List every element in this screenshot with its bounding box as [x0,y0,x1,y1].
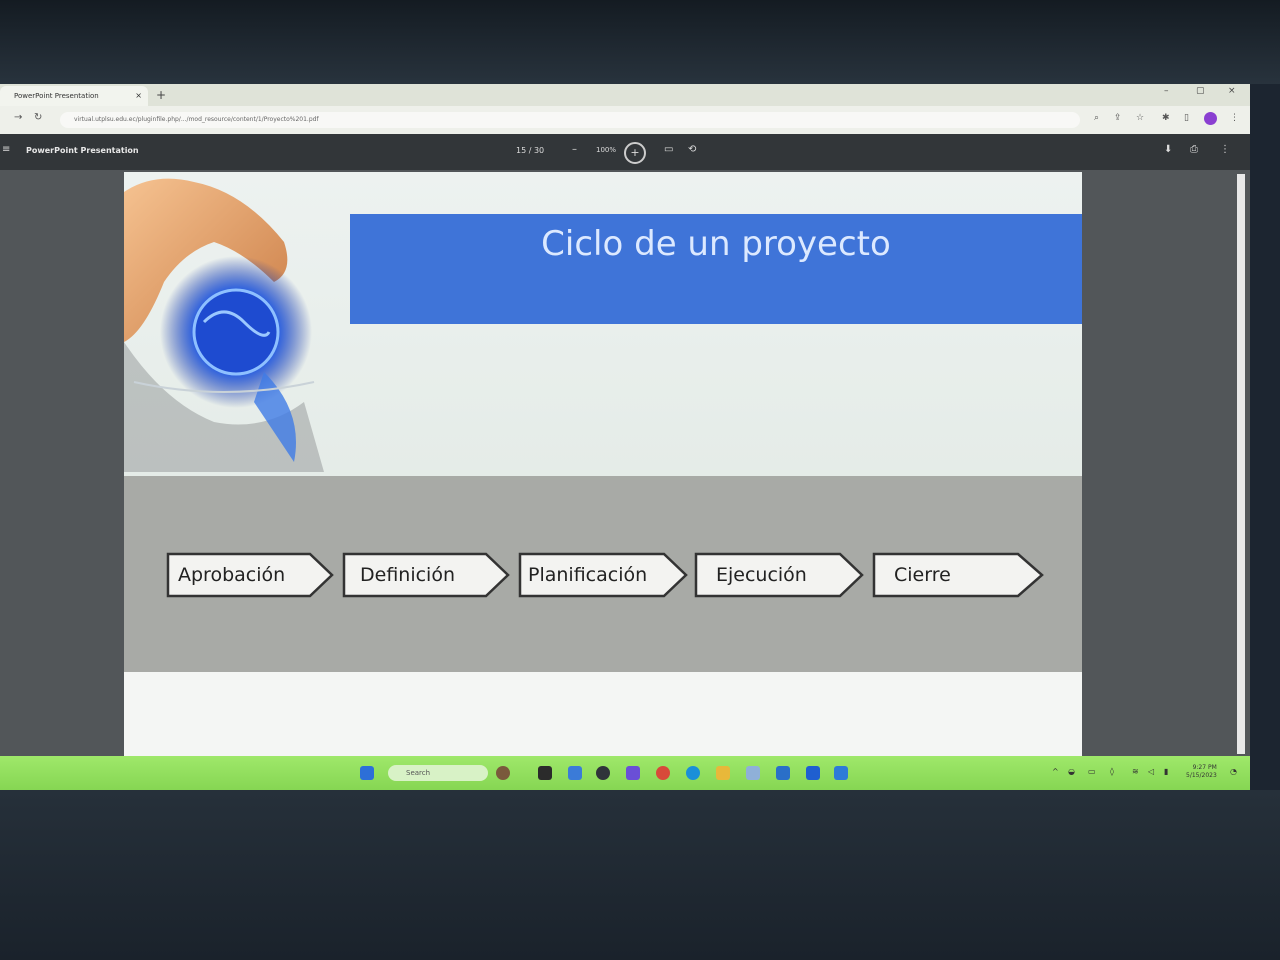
browser-tab-bar: PowerPoint Presentation × + – ▢ × [0,84,1250,106]
chat-icon[interactable] [596,766,610,780]
extensions-icon[interactable]: ✱ [1162,113,1170,123]
mail-icon[interactable] [776,766,790,780]
hand-globe-image [124,178,324,472]
step-label-ejecucion: Ejecución [716,564,807,586]
word-icon[interactable] [834,766,848,780]
slide-page: Ciclo de un proyecto Aprobación Definici… [124,172,1082,758]
pdf-scrollbar[interactable] [1237,174,1245,754]
widgets-icon[interactable] [568,766,582,780]
edge-icon[interactable] [686,766,700,780]
reload-icon[interactable]: ↻ [34,112,42,123]
close-window-button[interactable]: × [1228,86,1236,96]
url-field[interactable]: virtual.utplsu.edu.ec/pluginfile.php/...… [60,112,1080,128]
process-chevrons: Aprobación Definición Planificación Ejec… [166,552,1046,600]
tab-title: PowerPoint Presentation [14,92,99,100]
menu-kebab-icon[interactable]: ⋮ [1230,113,1239,123]
pdf-document-title: PowerPoint Presentation [26,146,139,155]
clock-date: 5/15/2023 [1186,772,1217,779]
print-icon[interactable]: ⎙ [1190,144,1198,155]
monitor-bezel-bottom [0,790,1280,960]
address-bar-row: → ↻ virtual.utplsu.edu.ec/pluginfile.php… [0,106,1250,134]
chrome-icon[interactable] [656,766,670,780]
zoom-icon[interactable]: ⌕ [1094,113,1099,123]
battery-icon[interactable]: ▮ [1164,767,1168,776]
tray-overflow-icon[interactable]: ^ [1052,767,1059,776]
wifi-icon[interactable]: ≋ [1132,767,1139,776]
share-icon[interactable]: ⇪ [1114,113,1122,123]
sidepanel-icon[interactable]: ▯ [1184,113,1189,123]
tray-shield-icon[interactable]: ◊ [1110,767,1114,776]
teams-icon[interactable] [626,766,640,780]
minimize-button[interactable]: – [1164,86,1169,96]
clock-time: 9:27 PM [1192,764,1217,771]
pdf-page-indicator[interactable]: 15 / 30 [516,146,544,155]
step-label-planificacion: Planificación [528,564,648,586]
screen: PowerPoint Presentation × + – ▢ × → ↻ vi… [0,84,1250,790]
new-tab-button[interactable]: + [156,86,166,104]
tab-close-icon[interactable]: × [135,86,142,106]
fit-page-icon[interactable]: ▭ [664,144,673,155]
step-label-definicion: Definición [360,564,455,586]
slide-footer-area [124,672,1082,758]
app-icon[interactable] [806,766,820,780]
people-icon[interactable] [496,766,510,780]
windows-taskbar: Search ^ ◒ ▭ ◊ ≋ ◁ ▮ 9:27 PM 5/15/2023 ◔ [0,756,1250,790]
taskbar-clock[interactable]: 9:27 PM 5/15/2023 [1186,764,1217,780]
zoom-in-button[interactable]: + [624,142,646,164]
zoom-out-button[interactable]: – [572,144,577,155]
pdf-toolbar: ≡ PowerPoint Presentation 15 / 30 – 100%… [0,134,1250,170]
taskbar-search[interactable]: Search [388,765,488,781]
start-icon[interactable] [360,766,374,780]
slide-title-box: Ciclo de un proyecto [350,214,1082,324]
task-view-icon[interactable] [538,766,552,780]
file-explorer-icon[interactable] [716,766,730,780]
browser-tab[interactable]: PowerPoint Presentation × [0,86,148,106]
volume-icon[interactable]: ◁ [1148,767,1154,776]
zoom-level[interactable]: 100% [596,146,616,154]
slide-title: Ciclo de un proyecto [541,224,891,264]
monitor-bezel-top [0,0,1280,84]
tray-monitor-icon[interactable]: ▭ [1088,767,1096,776]
profile-avatar[interactable] [1204,112,1217,125]
rotate-icon[interactable]: ⟲ [688,144,696,155]
step-label-cierre: Cierre [894,564,951,586]
maximize-button[interactable]: ▢ [1196,86,1205,96]
pdf-menu-icon[interactable]: ≡ [2,144,10,155]
bookmark-star-icon[interactable]: ☆ [1136,113,1144,123]
step-label-aprobacion: Aprobación [178,564,286,586]
tray-app-icon[interactable]: ◒ [1068,767,1075,776]
pdf-more-icon[interactable]: ⋮ [1220,144,1230,155]
forward-icon[interactable]: → [14,112,22,123]
store-icon[interactable] [746,766,760,780]
download-icon[interactable]: ⬇ [1164,144,1172,155]
notification-icon[interactable]: ◔ [1230,767,1237,776]
